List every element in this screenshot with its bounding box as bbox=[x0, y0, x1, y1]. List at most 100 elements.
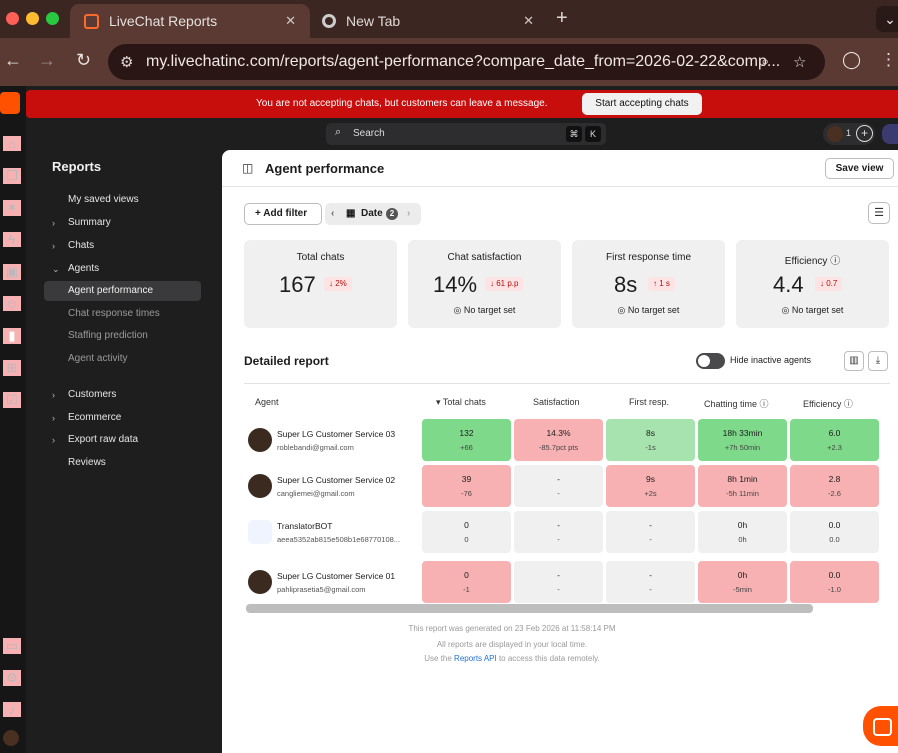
cell-value: - bbox=[649, 570, 652, 580]
home-icon[interactable]: ⌂ bbox=[3, 136, 21, 151]
user-avatar[interactable] bbox=[3, 730, 19, 746]
url-text: my.livechatinc.com/reports/agent-perform… bbox=[146, 53, 781, 70]
cell-value: - bbox=[557, 520, 560, 530]
agent-email: pahliprasetia5@gmail.com bbox=[277, 585, 366, 594]
cell-change: - bbox=[649, 535, 652, 544]
cell-change: +2.3 bbox=[827, 443, 842, 452]
column-header-total-chats[interactable]: ▾ Total chats bbox=[436, 397, 486, 408]
reload-icon[interactable]: ↻ bbox=[76, 50, 91, 71]
bell-icon[interactable]: ♪ bbox=[3, 702, 21, 717]
horizontal-scrollbar[interactable] bbox=[246, 604, 813, 613]
sidebar-item-chat-response-times[interactable]: Chat response times bbox=[44, 304, 201, 324]
add-icon[interactable]: + bbox=[856, 125, 873, 142]
cell-change: -2.6 bbox=[828, 489, 841, 498]
livechat-logo-icon[interactable] bbox=[0, 92, 20, 114]
chevron-right-icon[interactable]: › bbox=[407, 203, 410, 225]
kpi-target-label: No target set bbox=[791, 305, 844, 315]
columns-icon[interactable]: ▥ bbox=[844, 351, 864, 371]
info-icon[interactable]: ⓘ bbox=[760, 399, 769, 409]
bolt-icon[interactable]: ϟ bbox=[3, 232, 21, 247]
kpi-value: 8s bbox=[614, 272, 638, 297]
forward-arrow-icon[interactable]: → bbox=[38, 50, 56, 71]
chevron-right-icon: › bbox=[52, 390, 55, 400]
new-tab-button[interactable]: + bbox=[556, 7, 568, 30]
cell-change: -76 bbox=[461, 489, 472, 498]
sparkle-icon[interactable]: ✶ bbox=[3, 200, 21, 216]
divider bbox=[222, 186, 898, 187]
maximize-window-button[interactable] bbox=[46, 12, 59, 25]
sidebar-item-summary[interactable]: › Summary bbox=[44, 213, 201, 233]
kpi-title: Total chats bbox=[296, 252, 345, 263]
calendar-icon: ▦ bbox=[346, 208, 356, 219]
date-filter[interactable]: ‹ ▦ Date 2 › bbox=[325, 203, 421, 225]
save-view-button[interactable]: Save view bbox=[825, 158, 894, 179]
column-header-agent[interactable]: Agent bbox=[255, 397, 279, 407]
shortcut-cmd: ⌘ bbox=[566, 126, 582, 142]
column-header-chatting-time[interactable]: Chatting time ⓘ bbox=[704, 397, 769, 410]
tab-new-tab[interactable]: New Tab ✕ bbox=[312, 4, 548, 38]
sidebar-item-export-raw-data[interactable]: › Export raw data bbox=[44, 430, 201, 450]
kpi-target: ◎ No target set bbox=[408, 305, 561, 316]
reports-api-link[interactable]: Reports API bbox=[454, 654, 497, 663]
zoom-icon[interactable]: ⌕ bbox=[761, 53, 769, 70]
tickets-icon[interactable]: ☑ bbox=[3, 392, 21, 408]
site-settings-icon[interactable]: ⚙ bbox=[120, 53, 133, 71]
close-icon[interactable]: ✕ bbox=[523, 13, 534, 29]
sidebar-item-agent-activity[interactable]: Agent activity bbox=[44, 349, 201, 369]
chats-icon[interactable]: ❐ bbox=[3, 168, 21, 184]
sidebar-item-label: Chat response times bbox=[68, 308, 160, 319]
chevron-left-icon[interactable]: ‹ bbox=[331, 203, 334, 225]
sort-desc-icon: ▾ bbox=[436, 397, 443, 407]
info-icon[interactable]: ⓘ bbox=[844, 399, 853, 409]
agent-name: TranslatorBOT bbox=[277, 521, 333, 531]
customers-icon[interactable]: ☺ bbox=[3, 296, 21, 311]
sidebar-item-label: Customers bbox=[68, 389, 117, 400]
back-arrow-icon[interactable]: ← bbox=[4, 50, 22, 71]
settings-gear-icon[interactable]: ⚙ bbox=[3, 670, 21, 686]
target-icon: ◎ bbox=[453, 305, 464, 315]
sidebar-item-my-saved-views[interactable]: My saved views bbox=[44, 190, 201, 210]
global-search[interactable]: ⌕ Search ⌘ K bbox=[326, 123, 606, 145]
column-header-first-resp[interactable]: First resp. bbox=[629, 397, 669, 407]
download-icon[interactable]: ⤓ bbox=[868, 351, 888, 371]
start-accepting-chats-button[interactable]: Start accepting chats bbox=[582, 93, 702, 115]
info-icon[interactable]: ⓘ bbox=[830, 256, 840, 267]
column-header-efficiency[interactable]: Efficiency ⓘ bbox=[803, 397, 853, 410]
close-window-button[interactable] bbox=[6, 12, 19, 25]
tab-search-chevron-icon[interactable]: ⌄ bbox=[876, 6, 898, 32]
copilot-icon[interactable] bbox=[882, 124, 898, 144]
sidebar-toggle-icon[interactable]: ◫ bbox=[242, 161, 253, 175]
agent-email: cangliemei@gmail.com bbox=[277, 489, 355, 498]
table-cell: 0h -5min bbox=[698, 561, 787, 603]
sidebar-item-label: Agent activity bbox=[68, 353, 128, 364]
sidebar-item-ecommerce[interactable]: › Ecommerce bbox=[44, 408, 201, 428]
sidebar-item-agents[interactable]: ⌄ Agents bbox=[44, 259, 201, 279]
sidebar-item-agent-performance[interactable]: Agent performance bbox=[44, 281, 201, 301]
agent-avatar bbox=[248, 474, 272, 498]
reports-icon[interactable]: ▮ bbox=[3, 328, 21, 344]
kpi-delta: ↑ 1 s bbox=[648, 277, 675, 291]
report-footer-line: This report was generated on 23 Feb 2026… bbox=[408, 624, 616, 633]
column-header-satisfaction[interactable]: Satisfaction bbox=[533, 397, 580, 407]
apps-icon[interactable]: ⊞ bbox=[3, 360, 21, 376]
chat-widget-button[interactable] bbox=[863, 706, 898, 746]
hide-inactive-toggle[interactable] bbox=[696, 353, 725, 369]
billing-icon[interactable]: ▭ bbox=[3, 638, 21, 654]
tab-livechat-reports[interactable]: LiveChat Reports ✕ bbox=[70, 4, 310, 38]
sidebar-item-chats[interactable]: › Chats bbox=[44, 236, 201, 256]
sidebar-item-customers[interactable]: › Customers bbox=[44, 385, 201, 405]
status-control[interactable]: 1 + bbox=[823, 123, 875, 145]
add-filter-button[interactable]: + Add filter bbox=[244, 203, 322, 225]
close-icon[interactable]: ✕ bbox=[285, 13, 296, 29]
column-header-label: Chatting time bbox=[704, 399, 758, 409]
address-bar[interactable]: ⚙ my.livechatinc.com/reports/agent-perfo… bbox=[108, 44, 825, 80]
minimize-window-button[interactable] bbox=[26, 12, 39, 25]
settings-sliders-icon[interactable]: ☰ bbox=[868, 202, 890, 224]
sidebar-item-reviews[interactable]: Reviews bbox=[44, 453, 201, 473]
archive-icon[interactable]: ▣ bbox=[3, 264, 21, 280]
bookmark-star-icon[interactable]: ☆ bbox=[793, 53, 806, 71]
profile-icon[interactable]: ◯ bbox=[842, 50, 861, 70]
sidebar-item-label: Reviews bbox=[68, 457, 106, 468]
sidebar-item-staffing-prediction[interactable]: Staffing prediction bbox=[44, 326, 201, 346]
menu-kebab-icon[interactable]: ⋮ bbox=[880, 50, 897, 70]
